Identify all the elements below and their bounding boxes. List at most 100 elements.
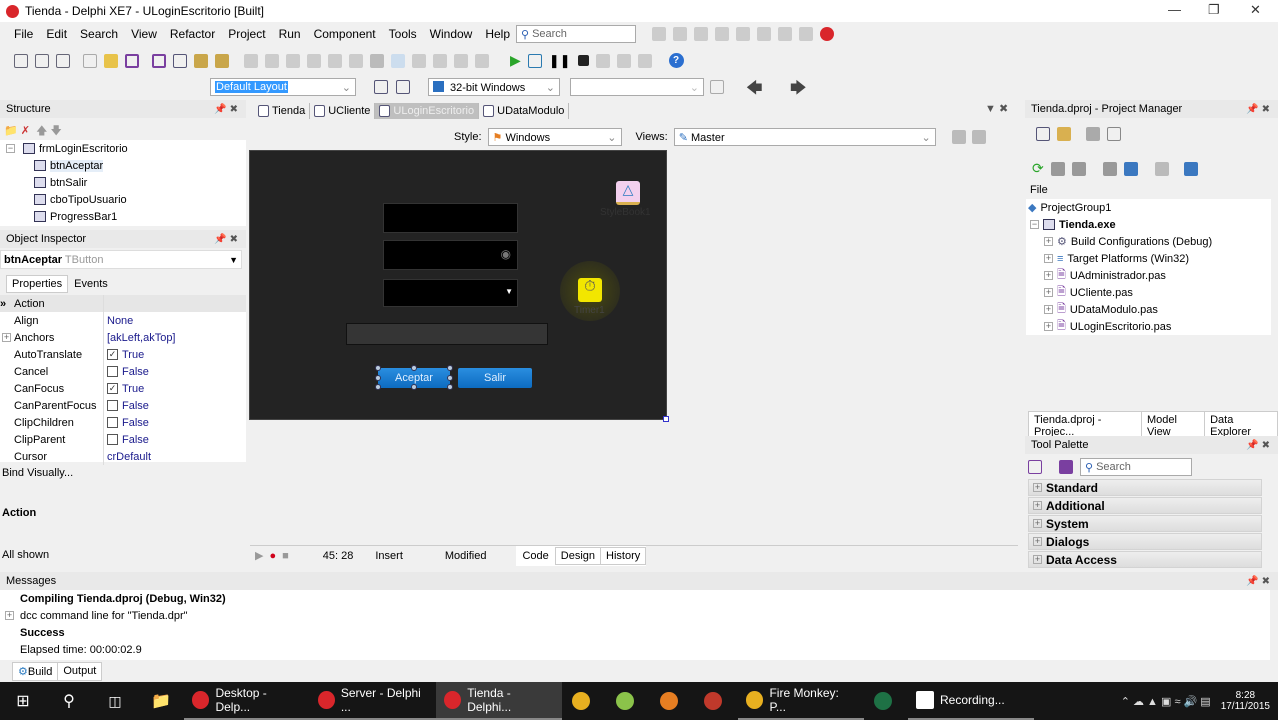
set-debug-desktop-icon[interactable] xyxy=(396,80,410,94)
new-unit-icon[interactable] xyxy=(56,53,70,68)
file-explorer-icon[interactable]: 📁 xyxy=(138,691,184,711)
align-left-icon[interactable] xyxy=(244,53,258,68)
tab-history[interactable]: History xyxy=(601,546,647,565)
property-row[interactable]: Cursor crDefault xyxy=(0,448,246,465)
size-icon[interactable] xyxy=(412,53,426,68)
property-value[interactable]: False xyxy=(104,417,149,429)
clock[interactable]: 8:28 17/11/2015 xyxy=(1221,690,1270,712)
menu-help[interactable]: Help xyxy=(485,27,510,41)
expand-icon[interactable]: + xyxy=(1044,305,1053,314)
pin-close-icons[interactable]: 📌 ✖ xyxy=(1246,576,1270,587)
cbo-tipo-usuario[interactable]: ▼ xyxy=(383,279,518,307)
creation-order-icon[interactable] xyxy=(475,53,489,68)
embarcadero-icon[interactable] xyxy=(820,27,834,41)
taskbar-app[interactable]: Tienda - Delphi... xyxy=(436,682,562,720)
checkbox[interactable] xyxy=(107,434,118,445)
new-file-icon[interactable] xyxy=(14,53,28,68)
new-project-icon[interactable] xyxy=(1036,127,1050,141)
align-top-icon[interactable] xyxy=(307,53,321,68)
dependencies-icon[interactable] xyxy=(1123,161,1138,176)
property-row[interactable]: ClipChildren False xyxy=(0,414,246,431)
grid-icon[interactable] xyxy=(694,27,708,41)
property-row[interactable]: AutoTranslate ✓ True xyxy=(0,346,246,363)
menu-tools[interactable]: Tools xyxy=(389,27,417,41)
menu-window[interactable]: Window xyxy=(430,27,473,41)
menu-run[interactable]: Run xyxy=(279,27,301,41)
folder-icon[interactable]: 📁 xyxy=(4,125,18,137)
menu-project[interactable]: Project xyxy=(228,27,265,41)
tab-design[interactable]: Design xyxy=(554,546,602,565)
menu-component[interactable]: Component xyxy=(314,27,376,41)
menu-view[interactable]: View xyxy=(131,27,157,41)
taskbar-app[interactable]: Fire Monkey: P... xyxy=(738,682,864,720)
editor-tab-ucliente[interactable]: UCliente xyxy=(310,102,376,119)
minimize-button[interactable]: — xyxy=(1168,2,1181,17)
expand-icon[interactable]: + xyxy=(1033,555,1042,564)
taskbar-app[interactable]: Desktop - Delp... xyxy=(184,682,310,720)
pin-close-icons[interactable]: 📌 ✖ xyxy=(214,104,238,115)
editor-tab-tienda[interactable]: Tienda xyxy=(254,102,311,119)
expand-icon[interactable]: + xyxy=(5,611,14,620)
checkbox[interactable] xyxy=(107,417,118,428)
taskbar-app[interactable] xyxy=(606,682,650,720)
expand-icon[interactable]: + xyxy=(1044,322,1053,331)
delete-icon[interactable]: ✗ xyxy=(21,125,30,137)
timer-icon[interactable]: ⏱ xyxy=(578,278,602,302)
palette-category[interactable]: + Data Access xyxy=(1028,551,1262,568)
taskbar-app[interactable]: Server - Delphi ... xyxy=(310,682,436,720)
grid-icon[interactable] xyxy=(391,53,405,68)
checkbox[interactable]: ✓ xyxy=(107,383,118,394)
help-icon[interactable]: ? xyxy=(668,53,684,68)
categories-icon[interactable] xyxy=(1028,460,1042,474)
structure-item[interactable]: ProgressBar1 xyxy=(0,208,246,225)
style-select[interactable]: ⚑ Windows ⌄ xyxy=(487,128,622,146)
pin-close-icons[interactable]: 📌 ✖ xyxy=(214,234,238,245)
stylebook-icon[interactable]: △ xyxy=(616,181,640,205)
expand-icon[interactable]: + xyxy=(1044,288,1053,297)
pin-close-icons[interactable]: 📌 ✖ xyxy=(1246,104,1270,115)
property-row[interactable]: + Anchors [akLeft,akTop] xyxy=(0,329,246,346)
form-designer[interactable]: ◉ ▼ Aceptar Salir △ StyleBook1 ⏱ Timer1 xyxy=(249,150,669,422)
view-icon[interactable] xyxy=(1107,127,1121,141)
palette-category[interactable]: + Additional xyxy=(1028,497,1262,514)
expand-icon[interactable]: + xyxy=(1033,519,1042,528)
project-item[interactable]: + ≡ Target Platforms (Win32) xyxy=(1026,250,1271,267)
expand-icon[interactable]: + xyxy=(1033,501,1042,510)
project-item[interactable]: + ⚙ Build Configurations (Debug) xyxy=(1026,233,1271,250)
task-view-icon[interactable]: ◫ xyxy=(92,693,138,710)
selection-icon[interactable] xyxy=(1059,460,1073,474)
palette-category[interactable]: + Dialogs xyxy=(1028,533,1262,550)
add-to-project-icon[interactable] xyxy=(194,53,208,68)
property-row[interactable]: Align None xyxy=(0,312,246,329)
platforms-icon[interactable] xyxy=(1183,161,1198,176)
views-select[interactable]: ✎ Master ⌄ xyxy=(673,128,936,146)
pause-icon[interactable]: ❚❚ xyxy=(549,53,571,69)
property-row[interactable]: CanParentFocus False xyxy=(0,397,246,414)
record-macro-icon[interactable]: ● xyxy=(269,550,276,562)
tab-properties[interactable]: Properties xyxy=(6,275,69,293)
collapse-all-icon[interactable] xyxy=(1071,161,1086,176)
project-item[interactable]: + 🗎 UAdministrador.pas xyxy=(1026,267,1271,284)
collapse-icon[interactable]: − xyxy=(1030,220,1039,229)
structure-item[interactable]: − frmLoginEscritorio xyxy=(0,140,246,157)
build-config-icon[interactable] xyxy=(1154,161,1169,176)
message-line[interactable]: Compiling Tienda.dproj (Debug, Win32) xyxy=(0,590,1270,607)
remove-view-icon[interactable] xyxy=(971,130,986,144)
property-value[interactable]: False xyxy=(104,434,149,446)
remove-from-project-icon[interactable] xyxy=(215,53,229,68)
ide-search-input[interactable]: ⚲ Search xyxy=(516,25,636,43)
align-middle-icon[interactable] xyxy=(349,53,363,68)
project-node[interactable]: − Tienda.exe xyxy=(1026,216,1271,233)
expand-icon[interactable]: + xyxy=(1033,483,1042,492)
password-edit[interactable]: ◉ xyxy=(383,240,518,270)
object-selector[interactable]: btnAceptar TButton ▼ xyxy=(0,250,242,269)
property-value[interactable]: False xyxy=(104,366,149,378)
config-select[interactable]: ⌄ xyxy=(570,78,704,96)
menu-file[interactable]: File xyxy=(14,27,33,41)
taskbar-app[interactable] xyxy=(864,682,908,720)
run-icon[interactable]: ▶ xyxy=(510,52,521,69)
tab-build[interactable]: ⚙Build xyxy=(12,662,59,681)
sort-icon[interactable] xyxy=(1102,161,1117,176)
maximize-button[interactable]: ❐ xyxy=(1208,2,1220,18)
align-bottom-icon[interactable] xyxy=(328,53,342,68)
